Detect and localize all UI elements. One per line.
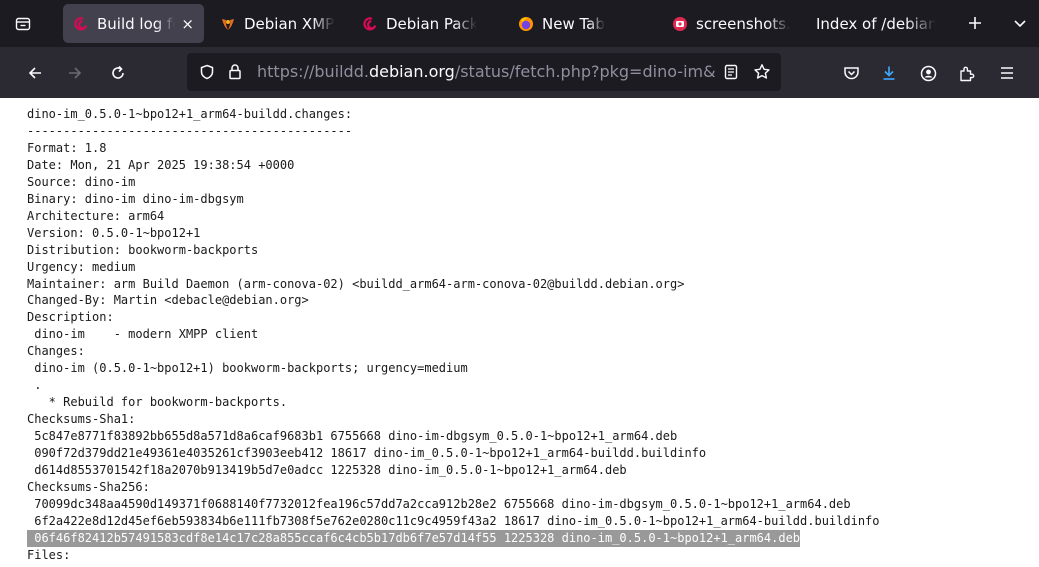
- log-line: Checksums-Sha1:: [27, 412, 136, 427]
- log-line: Files:: [27, 547, 71, 562]
- lock-icon[interactable]: [227, 63, 243, 84]
- navigation-toolbar: https://buildd.debian.org/status/fetch.p…: [0, 47, 1039, 98]
- screenshots-icon: [672, 16, 688, 32]
- tab-bar: Build log fo × Debian XMPP Debian Packa …: [0, 0, 1039, 47]
- tab-build-log[interactable]: Build log fo ×: [63, 4, 204, 43]
- page-content: dino-im_0.5.0-1~bpo12+1_arm64-buildd.cha…: [0, 98, 1039, 567]
- close-tab-button[interactable]: ×: [181, 15, 194, 33]
- url-text[interactable]: https://buildd.debian.org/status/fetch.p…: [257, 53, 715, 91]
- debian-swirl-icon: [362, 16, 378, 32]
- log-line: * Rebuild for bookworm-backports.: [27, 395, 288, 410]
- tab-label: Index of /debian: [816, 14, 936, 33]
- downloads-button[interactable]: [874, 58, 904, 88]
- address-bar[interactable]: https://buildd.debian.org/status/fetch.p…: [187, 53, 781, 91]
- xmpp-icon: [220, 16, 236, 32]
- arrow-left-icon: [28, 67, 41, 79]
- tab-label: Debian Packa: [386, 14, 477, 33]
- log-line: Description:: [27, 310, 114, 325]
- log-line: Changes:: [27, 344, 85, 359]
- log-line: Binary: dino-im dino-im-dbgsym: [27, 191, 244, 206]
- account-icon: [920, 65, 936, 81]
- reload-button[interactable]: [103, 58, 133, 88]
- puzzle-piece-icon: [959, 66, 974, 81]
- firefox-icon: [518, 16, 534, 32]
- log-line: Distribution: bookworm-backports: [27, 242, 259, 257]
- url-host: debian.org: [368, 62, 455, 81]
- log-line: dino-im - modern XMPP client: [27, 327, 259, 342]
- log-line: 090f72d379dd21e49361e4035261cf3903eeb412…: [27, 446, 707, 461]
- log-line: 6f2a422e8d12d45ef6eb593834b6e111fb7308f5…: [27, 513, 880, 528]
- download-icon: [883, 66, 895, 80]
- plus-icon: [969, 17, 981, 29]
- back-button[interactable]: [20, 58, 50, 88]
- tab-debian-xmpp[interactable]: Debian XMPP: [210, 4, 345, 43]
- debian-swirl-icon: [73, 16, 89, 32]
- log-line: 70099dc348aa4590d149371f0688140f7732012f…: [27, 496, 851, 511]
- tab-list-icon: [15, 17, 31, 30]
- forward-button[interactable]: [60, 58, 90, 88]
- pocket-icon: [843, 67, 859, 80]
- reader-view-icon[interactable]: [723, 64, 739, 84]
- log-line: dino-im_0.5.0-1~bpo12+1_arm64-buildd.cha…: [27, 107, 353, 121]
- pocket-button[interactable]: [836, 58, 866, 88]
- log-line: Checksums-Sha256:: [27, 479, 150, 494]
- log-line: Date: Mon, 21 Apr 2025 19:38:54 +0000: [27, 157, 295, 172]
- log-line: ----------------------------------------…: [27, 123, 353, 138]
- tab-label: screenshots.: [696, 14, 791, 33]
- arrow-right-icon: [69, 67, 82, 79]
- tab-index-of-debian[interactable]: Index of /debian: [806, 4, 946, 43]
- url-suffix: /status/fetch.php?pkg=dino-im&: [454, 62, 715, 81]
- tab-new-tab[interactable]: New Tab: [508, 4, 643, 43]
- bookmark-star-icon[interactable]: [753, 63, 771, 85]
- log-line: Maintainer: arm Build Daemon (arm-conova…: [27, 276, 685, 291]
- tab-screenshots[interactable]: screenshots.: [662, 4, 802, 43]
- extensions-button[interactable]: [951, 58, 981, 88]
- log-line: Architecture: arm64: [27, 208, 165, 223]
- tracking-protection-shield-icon[interactable]: [199, 64, 215, 84]
- log-line: 5c847e8771f83892bb655d8a571d8a6caf9683b1…: [27, 429, 678, 444]
- tab-debian-packages[interactable]: Debian Packa: [352, 4, 487, 43]
- reload-icon: [112, 65, 124, 79]
- log-line: Version: 0.5.0-1~bpo12+1: [27, 225, 201, 240]
- log-line: Source: dino-im: [27, 174, 136, 189]
- log-line: Format: 1.8: [27, 140, 107, 155]
- app-menu-button[interactable]: [992, 58, 1022, 88]
- log-line: d614d8553701542f18a2070b913419b5d7e0adcc…: [27, 463, 627, 478]
- list-all-tabs-button[interactable]: [0, 0, 46, 47]
- tab-label: New Tab: [542, 14, 605, 33]
- tab-overflow-button[interactable]: [1005, 8, 1035, 38]
- tab-label: Debian XMPP: [244, 14, 335, 33]
- new-tab-button[interactable]: [960, 8, 990, 38]
- build-log-text: dino-im_0.5.0-1~bpo12+1_arm64-buildd.cha…: [27, 106, 880, 564]
- selected-log-line: 06f46f82412b57491583cdf8e14c17c28a855cca…: [27, 529, 801, 547]
- log-line: dino-im (0.5.0-1~bpo12+1) bookworm-backp…: [27, 361, 468, 376]
- log-line: Changed-By: Martin <debacle@debian.org>: [27, 293, 309, 308]
- chevron-down-icon: [1014, 20, 1026, 28]
- hamburger-menu-icon: [1001, 67, 1013, 79]
- log-line: Urgency: medium: [27, 259, 136, 274]
- url-prefix: https://buildd.: [257, 62, 369, 81]
- log-line: .: [27, 378, 42, 393]
- tab-label: Build log fo: [97, 14, 176, 33]
- account-button[interactable]: [913, 58, 943, 88]
